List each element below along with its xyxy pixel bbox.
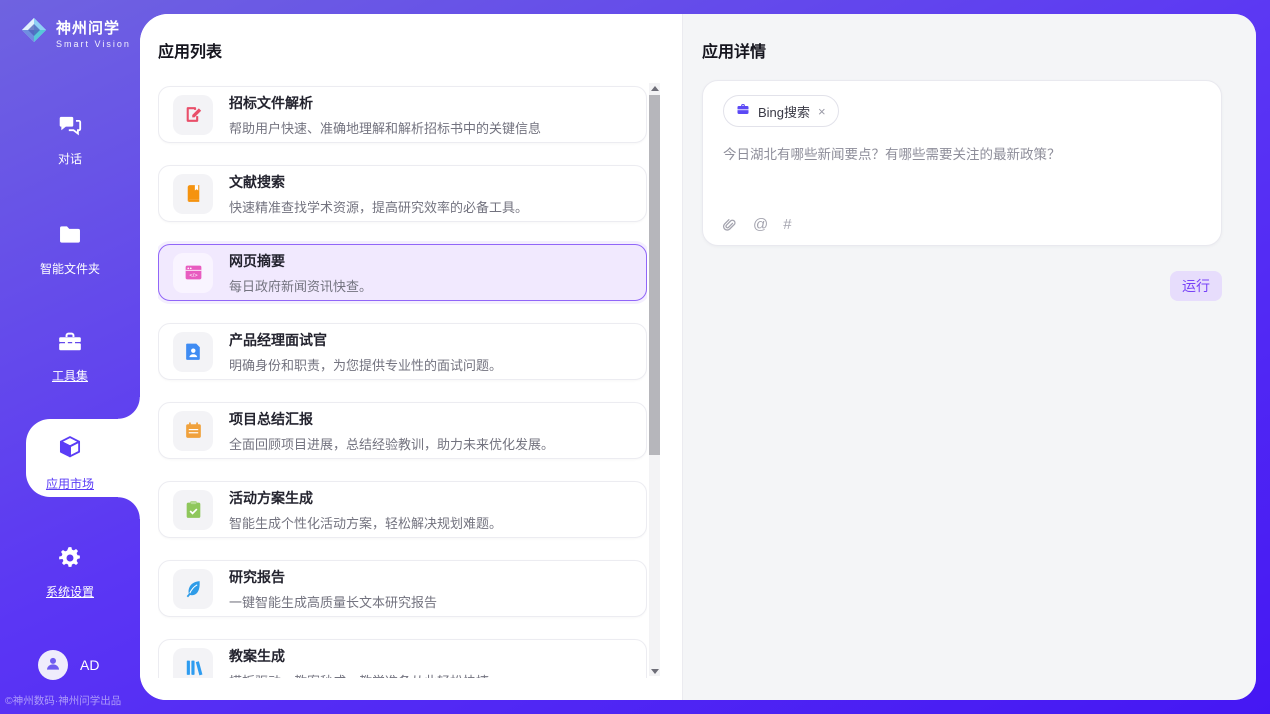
sidebar-item-label: 应用市场: [46, 475, 94, 492]
chat-icon: [57, 112, 83, 143]
user-name: AD: [80, 657, 99, 673]
sidebar-item-toolset[interactable]: 工具集: [0, 329, 140, 384]
research-icon: [173, 569, 213, 609]
sidebar: 神州问学 Smart Vision 对话 智能文件夹: [0, 0, 140, 714]
app-card-tender-parse[interactable]: 招标文件解析 帮助用户快速、准确地理解和解析招标书中的关键信息: [158, 86, 647, 143]
brand-logo: 神州问学 Smart Vision: [20, 16, 131, 49]
book-icon: [173, 174, 213, 214]
app-card-literature-search[interactable]: 文献搜索 快速精准查找学术资源，提高研究效率的必备工具。: [158, 165, 647, 222]
main-content: 应用列表 招标文件解析 帮助用户快速、准确地理解和解析招标书中的关键信息: [140, 14, 1256, 700]
app-card-pm-interviewer[interactable]: 产品经理面试官 明确身份和职责，为您提供专业性的面试问题。: [158, 323, 647, 380]
app-card-title: 教案生成: [229, 646, 489, 666]
app-card-desc: 模板驱动，教案秒成，教学准备从此轻松快捷: [229, 671, 489, 679]
chip-close-icon[interactable]: ×: [817, 105, 827, 118]
sidebar-item-label: 智能文件夹: [40, 260, 100, 277]
app-card-desc: 智能生成个性化活动方案，轻松解决规划难题。: [229, 513, 502, 532]
svg-text:</>: </>: [189, 273, 198, 279]
sidebar-item-label: 对话: [58, 150, 82, 167]
brand-name: 神州问学: [56, 17, 131, 38]
query-editor-card: Bing搜索 × 今日湖北有哪些新闻要点？有哪些需要关注的最新政策？ @ #: [702, 80, 1222, 246]
calendar-icon: [173, 411, 213, 451]
gem-logo-icon: [20, 16, 48, 49]
chip-label: Bing搜索: [758, 102, 810, 121]
sidebar-item-app-market[interactable]: 应用市场: [0, 433, 140, 492]
avatar: [38, 650, 68, 680]
app-card-desc: 帮助用户快速、准确地理解和解析招标书中的关键信息: [229, 118, 541, 137]
scroll-down-arrow-icon[interactable]: [649, 666, 660, 676]
app-list-title: 应用列表: [158, 38, 222, 62]
toolbox-icon: [57, 329, 83, 360]
list-scrollbar[interactable]: [649, 83, 660, 676]
app-card-desc: 每日政府新闻资讯快查。: [229, 276, 372, 295]
sidebar-item-settings[interactable]: 系统设置: [0, 545, 140, 600]
app-card-research-report[interactable]: 研究报告 一键智能生成高质量长文本研究报告: [158, 560, 647, 617]
tool-chip-bing-search[interactable]: Bing搜索 ×: [723, 95, 839, 127]
app-card-desc: 快速精准查找学术资源，提高研究效率的必备工具。: [229, 197, 528, 216]
app-card-title: 文献搜索: [229, 172, 528, 192]
sidebar-item-chat[interactable]: 对话: [0, 112, 140, 167]
cube-icon: [55, 433, 85, 468]
app-card-title: 活动方案生成: [229, 488, 502, 508]
app-card-desc: 明确身份和职责，为您提供专业性的面试问题。: [229, 355, 502, 374]
scrollbar-thumb[interactable]: [649, 95, 660, 455]
app-card-desc: 一键智能生成高质量长文本研究报告: [229, 592, 437, 611]
app-card-web-summary[interactable]: </> 网页摘要 每日政府新闻资讯快查。: [158, 244, 647, 301]
mention-icon[interactable]: @: [753, 216, 768, 233]
clipboard-check-icon: [173, 490, 213, 530]
app-card-title: 网页摘要: [229, 251, 372, 271]
app-card-desc: 全面回顾项目进展，总结经验教训，助力未来优化发展。: [229, 434, 554, 453]
app-card-title: 招标文件解析: [229, 93, 541, 113]
sidebar-item-label: 工具集: [52, 367, 88, 384]
app-card-lesson-plan[interactable]: 教案生成 模板驱动，教案秒成，教学准备从此轻松快捷: [158, 639, 647, 678]
app-card-title: 产品经理面试官: [229, 330, 502, 350]
app-card-project-summary[interactable]: 项目总结汇报 全面回顾项目进展，总结经验教训，助力未来优化发展。: [158, 402, 647, 459]
app-card-list: 招标文件解析 帮助用户快速、准确地理解和解析招标书中的关键信息 文献搜索 快速精…: [158, 83, 647, 678]
document-edit-icon: [173, 95, 213, 135]
app-list-panel: 应用列表 招标文件解析 帮助用户快速、准确地理解和解析招标书中的关键信息: [140, 14, 683, 700]
editor-toolbar: @ #: [721, 216, 792, 233]
app-card-title: 项目总结汇报: [229, 409, 554, 429]
user-icon: [43, 653, 63, 678]
browser-code-icon: </>: [173, 253, 213, 293]
folder-icon: [57, 222, 83, 253]
books-icon: [173, 648, 213, 679]
query-input[interactable]: 今日湖北有哪些新闻要点？有哪些需要关注的最新政策？: [723, 145, 1201, 166]
sidebar-item-label: 系统设置: [46, 583, 94, 600]
user-account[interactable]: AD: [0, 650, 140, 680]
interviewer-icon: [173, 332, 213, 372]
attach-icon[interactable]: [721, 216, 738, 233]
sidebar-item-smart-folder[interactable]: 智能文件夹: [0, 222, 140, 277]
hash-icon[interactable]: #: [783, 216, 791, 233]
brand-tagline: Smart Vision: [56, 39, 131, 49]
app-detail-panel: 应用详情 Bing搜索 × 今日湖北有哪些新闻要点？有哪些需要关注的最新政策？: [683, 14, 1256, 700]
app-card-event-plan[interactable]: 活动方案生成 智能生成个性化活动方案，轻松解决规划难题。: [158, 481, 647, 538]
scroll-up-arrow-icon[interactable]: [649, 83, 660, 93]
gear-icon: [57, 545, 83, 576]
briefcase-icon: [735, 101, 751, 122]
copyright-text: ©神州数码·神州问学出品: [5, 693, 140, 708]
app-detail-title: 应用详情: [702, 38, 766, 62]
app-card-title: 研究报告: [229, 567, 437, 587]
run-button[interactable]: 运行: [1170, 271, 1222, 301]
